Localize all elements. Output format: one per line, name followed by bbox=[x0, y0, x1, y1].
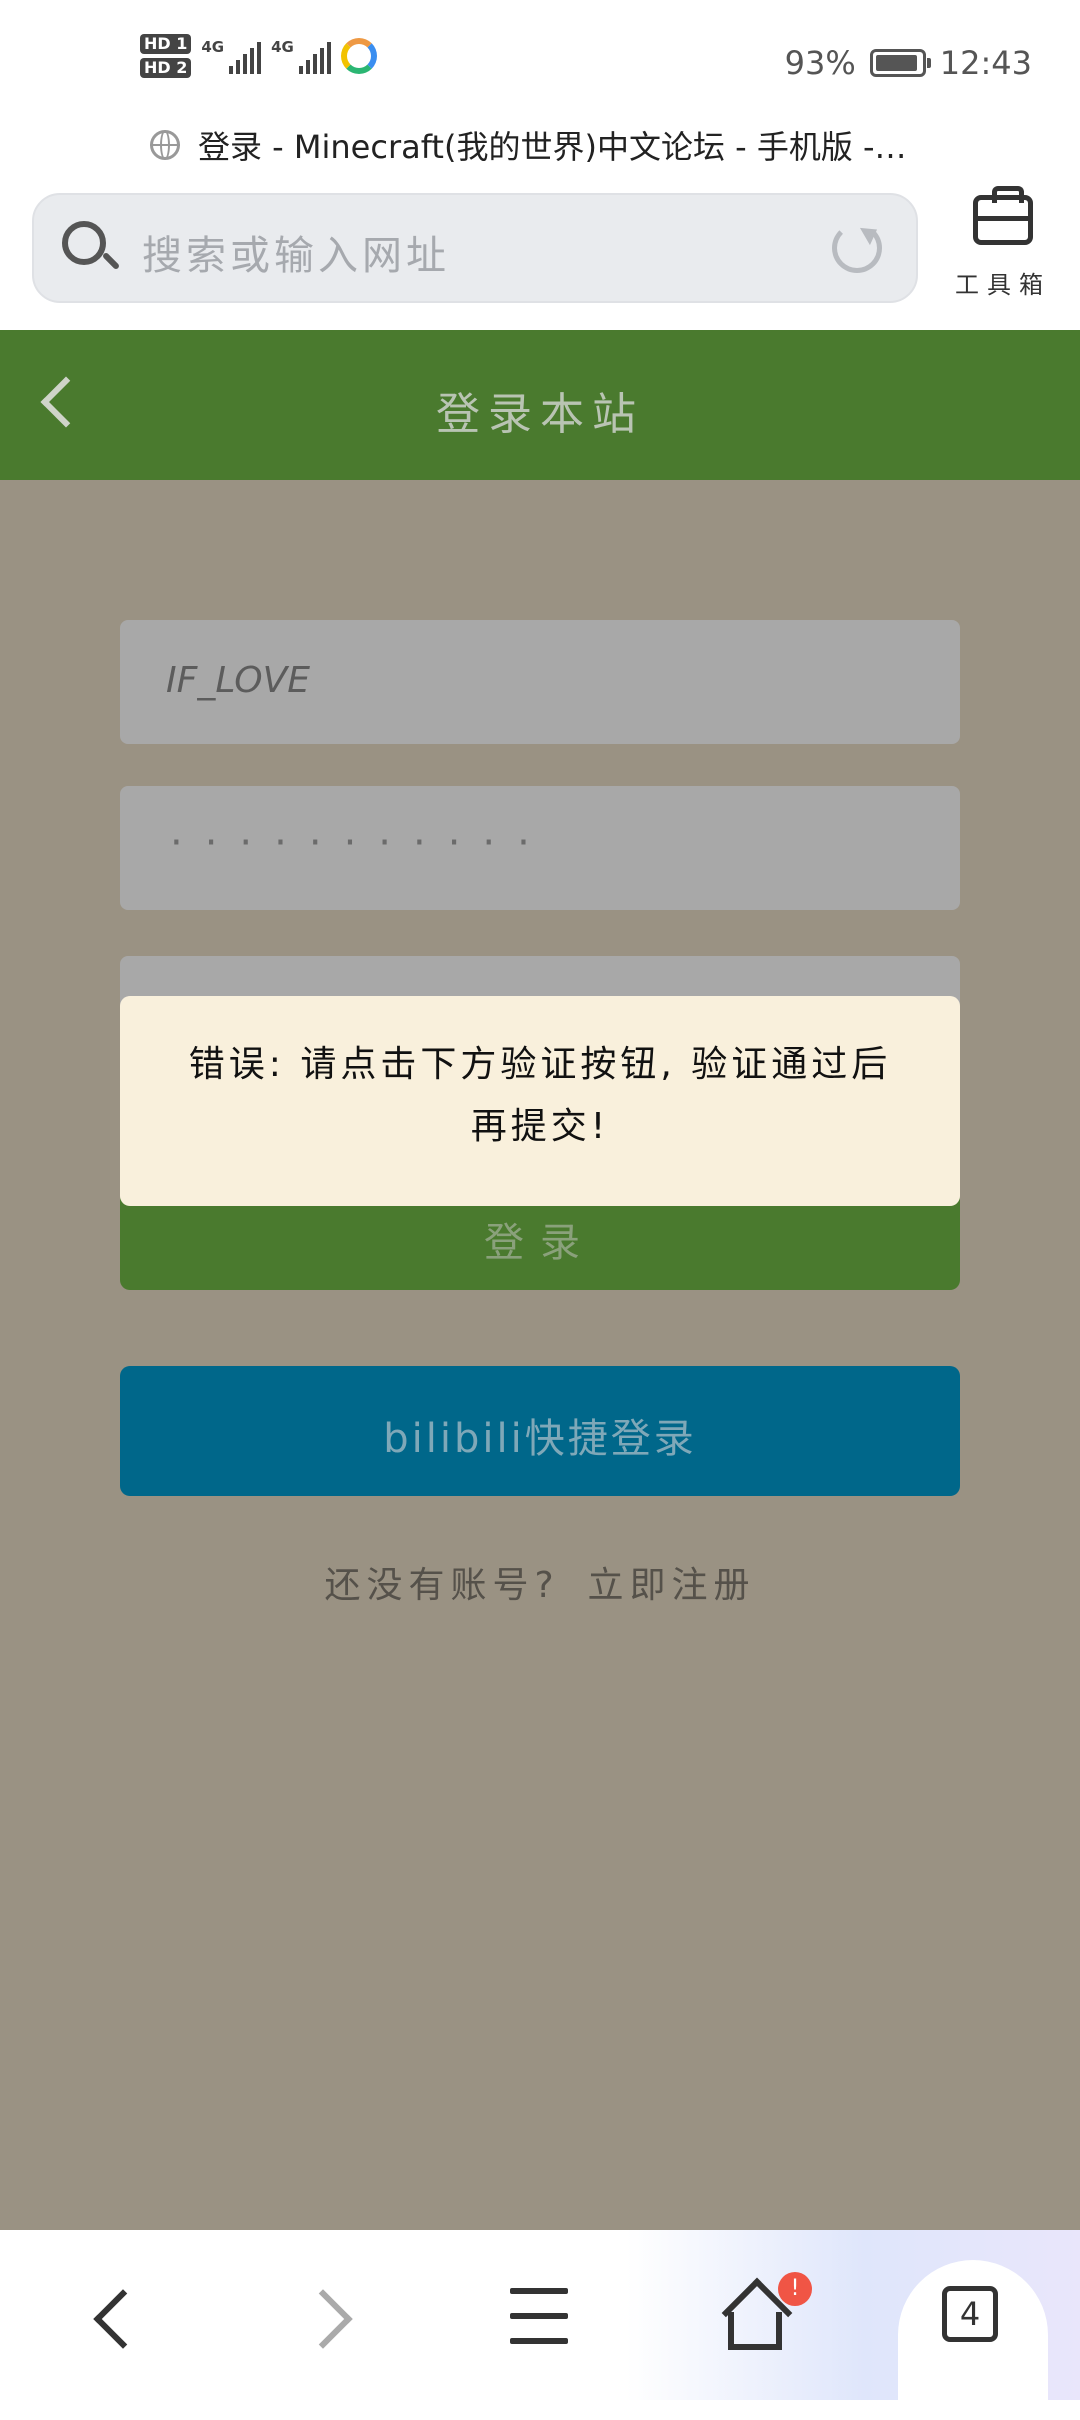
toolbox-label: 工具箱 bbox=[955, 271, 1051, 299]
error-message: 错误: 请点击下方验证按钮, 验证通过后再提交! bbox=[188, 1044, 892, 1147]
username-field[interactable]: IF_LOVE bbox=[120, 620, 960, 744]
sim1-hd-badge: HD 1 bbox=[140, 34, 192, 54]
sim1-network-label: 4G bbox=[201, 38, 225, 56]
battery-percent: 93% bbox=[784, 44, 856, 82]
refresh-icon[interactable] bbox=[832, 223, 882, 273]
username-value: IF_LOVE bbox=[166, 660, 310, 701]
bilibili-login-label: bilibili快捷登录 bbox=[383, 1416, 697, 1462]
status-right: 93% 12:43 bbox=[785, 44, 1032, 82]
no-account-text: 还没有账号? bbox=[324, 1565, 560, 1606]
globe-icon bbox=[150, 130, 180, 160]
nav-home-button[interactable]: ! bbox=[686, 2230, 826, 2400]
password-mask: ··········· bbox=[170, 820, 552, 866]
signal-icon-sim1: 4G bbox=[201, 38, 262, 74]
page-title: 登录 - Minecraft(我的世界)中文论坛 - 手机版 -… bbox=[198, 128, 907, 166]
address-input-placeholder[interactable]: 搜索或输入网址 bbox=[142, 223, 450, 281]
bilibili-login-button[interactable]: bilibili快捷登录 bbox=[120, 1366, 960, 1496]
battery-icon bbox=[869, 49, 931, 77]
nav-menu-button[interactable] bbox=[470, 2230, 610, 2400]
signal-icon-sim2: 4G bbox=[271, 38, 331, 74]
error-toast: 错误: 请点击下方验证按钮, 验证通过后再提交! bbox=[120, 996, 960, 1206]
login-content: IF_LOVE ··········· bbox=[0, 480, 1080, 2230]
password-field[interactable]: ··········· bbox=[120, 786, 960, 910]
sim2-network-label: 4G bbox=[271, 38, 294, 56]
sim-indicators: HD 1 HD 2 bbox=[140, 34, 192, 78]
register-prompt: 还没有账号? 立即注册 bbox=[0, 1556, 1080, 1608]
toolbox-icon bbox=[973, 186, 1033, 245]
tabs-count-button[interactable]: 4 bbox=[942, 2286, 998, 2342]
page-title-bar: 登录 - Minecraft(我的世界)中文论坛 - 手机版 -… bbox=[150, 122, 950, 168]
bottom-nav: ! bbox=[0, 2230, 1080, 2420]
header-title: 登录本站 bbox=[436, 389, 644, 440]
clock: 12:43 bbox=[939, 44, 1032, 82]
login-button-label: 登录 bbox=[484, 1220, 596, 1266]
app-header: 登录本站 bbox=[0, 330, 1080, 480]
menu-icon bbox=[510, 2288, 568, 2344]
nav-forward-icon[interactable] bbox=[260, 2230, 400, 2400]
home-icon bbox=[721, 2277, 793, 2350]
status-bar: HD 1 HD 2 4G 4G 93% 12:43 bbox=[0, 0, 1080, 120]
home-notification-badge: ! bbox=[778, 2272, 812, 2306]
status-left: HD 1 HD 2 4G 4G bbox=[140, 34, 377, 78]
address-bar[interactable]: 搜索或输入网址 bbox=[32, 193, 918, 303]
search-icon bbox=[62, 221, 106, 265]
app-notification-icon bbox=[340, 38, 377, 74]
sim2-hd-badge: HD 2 bbox=[140, 58, 192, 78]
register-link[interactable]: 立即注册 bbox=[588, 1565, 756, 1606]
toolbox-button[interactable]: 工具箱 bbox=[948, 186, 1058, 305]
nav-back-icon[interactable] bbox=[40, 2230, 180, 2400]
